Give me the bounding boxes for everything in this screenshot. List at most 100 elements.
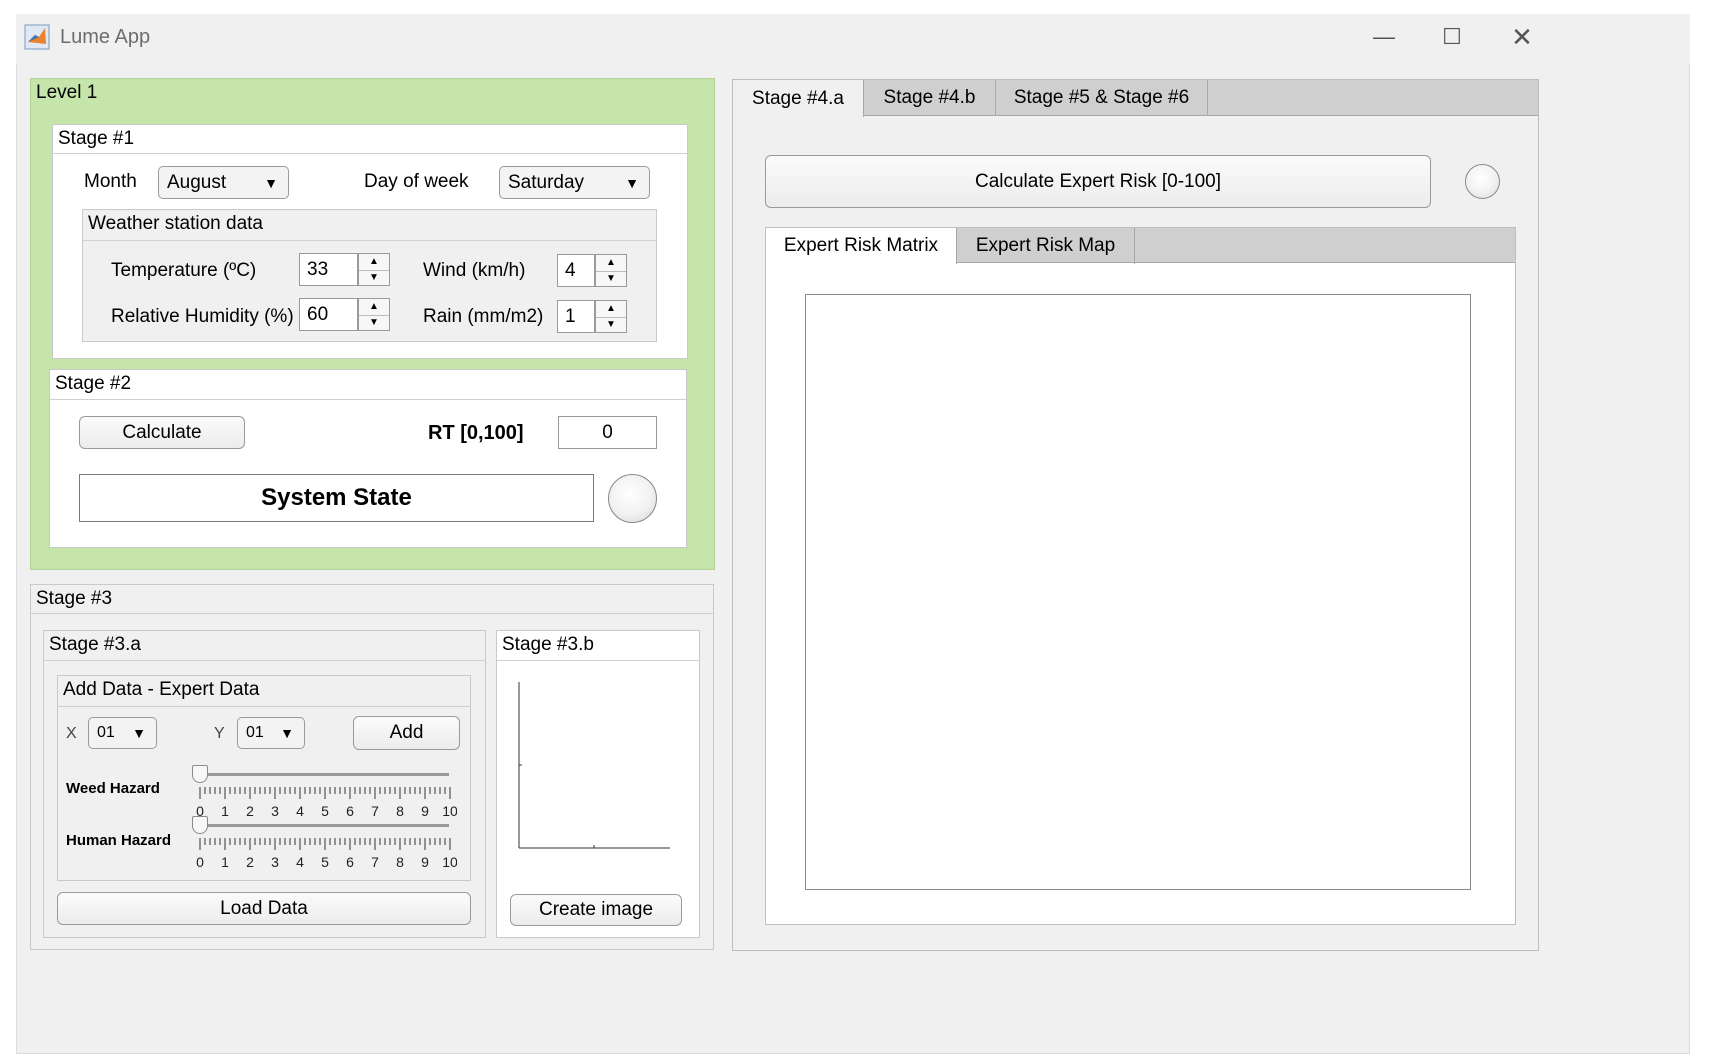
slider-tick-label: 7 bbox=[371, 803, 379, 819]
human-hazard-scale: 0 1 2 3 4 5 6 7 8 9 10 bbox=[196, 838, 457, 870]
temperature-value: 33 bbox=[307, 258, 329, 280]
expert-risk-tabbar: Expert Risk Matrix Expert Risk Map bbox=[766, 228, 1515, 264]
y-dropdown[interactable]: 01 ▼ bbox=[237, 717, 305, 749]
expert-risk-matrix-table[interactable] bbox=[805, 294, 1471, 890]
tab-stage-4a[interactable]: Stage #4.a bbox=[733, 80, 864, 117]
system-state-display: System State bbox=[79, 474, 594, 522]
temperature-label: Temperature (ºC) bbox=[111, 260, 257, 281]
wind-stepper[interactable]: ▲ ▼ bbox=[595, 254, 627, 287]
slider-tick-label: 9 bbox=[421, 854, 429, 870]
load-data-button[interactable]: Load Data bbox=[57, 892, 471, 925]
slider-tick-label: 5 bbox=[321, 854, 329, 870]
rain-label: Rain (mm/m2) bbox=[423, 306, 544, 327]
slider-tick-label: 0 bbox=[196, 854, 204, 870]
rain-stepper[interactable]: ▲ ▼ bbox=[595, 300, 627, 333]
weather-title: Weather station data bbox=[88, 213, 263, 234]
slider-tick-label: 1 bbox=[221, 803, 229, 819]
arrow-up-icon[interactable]: ▲ bbox=[359, 254, 389, 271]
stage3-title: Stage #3 bbox=[36, 588, 113, 609]
rain-field[interactable]: 1 bbox=[557, 300, 595, 333]
arrow-down-icon[interactable]: ▼ bbox=[359, 270, 389, 286]
slider-tick-label: 8 bbox=[396, 803, 404, 819]
add-button[interactable]: Add bbox=[353, 716, 460, 750]
stage4-tabbar: Stage #4.a Stage #4.b Stage #5 & Stage #… bbox=[733, 80, 1538, 117]
chevron-down-icon: ▼ bbox=[625, 174, 639, 191]
system-state-lamp bbox=[608, 474, 657, 523]
slider-tick-label: 8 bbox=[396, 854, 404, 870]
slider-tick-label: 5 bbox=[321, 803, 329, 819]
chevron-down-icon: ▼ bbox=[280, 725, 294, 741]
arrow-down-icon[interactable]: ▼ bbox=[596, 271, 626, 287]
window-title: Lume App bbox=[60, 26, 151, 48]
stage3b-title: Stage #3.b bbox=[502, 634, 594, 655]
humidity-field[interactable]: 60 bbox=[299, 298, 358, 331]
x-dropdown[interactable]: 01 ▼ bbox=[88, 717, 157, 749]
weed-hazard-label: Weed Hazard bbox=[66, 780, 160, 797]
rt-value-field: 0 bbox=[558, 416, 657, 449]
tab-stage-5-6[interactable]: Stage #5 & Stage #6 bbox=[996, 80, 1208, 116]
month-value: August bbox=[167, 171, 227, 193]
x-label: X bbox=[66, 725, 77, 742]
day-label: Day of week bbox=[364, 171, 469, 192]
slider-tick-label: 6 bbox=[346, 803, 354, 819]
create-image-button[interactable]: Create image bbox=[510, 894, 682, 926]
slider-tick-label: 9 bbox=[421, 803, 429, 819]
slider-tick-label: 6 bbox=[346, 854, 354, 870]
slider-tick-label: 3 bbox=[271, 854, 279, 870]
matlab-logo-icon bbox=[24, 24, 50, 50]
stage1-title: Stage #1 bbox=[58, 128, 135, 149]
stage2-title: Stage #2 bbox=[55, 373, 132, 394]
calculate-button[interactable]: Calculate bbox=[79, 416, 245, 449]
expert-risk-lamp bbox=[1465, 164, 1500, 199]
y-label: Y bbox=[214, 725, 225, 742]
slider-tick-label: 1 bbox=[221, 854, 229, 870]
humidity-label: Relative Humidity (%) bbox=[111, 306, 294, 327]
arrow-up-icon[interactable]: ▲ bbox=[359, 299, 389, 316]
slider-tick-label: 10 bbox=[442, 854, 457, 870]
human-hazard-track[interactable] bbox=[200, 824, 449, 827]
wind-value: 4 bbox=[565, 259, 576, 281]
slider-tick-label: 2 bbox=[246, 803, 254, 819]
weed-hazard-track[interactable] bbox=[200, 773, 449, 776]
day-value: Saturday bbox=[508, 171, 585, 193]
level1-title: Level 1 bbox=[36, 82, 98, 103]
arrow-up-icon[interactable]: ▲ bbox=[596, 301, 626, 318]
arrow-down-icon[interactable]: ▼ bbox=[596, 317, 626, 333]
rt-label: RT [0,100] bbox=[428, 422, 524, 444]
arrow-down-icon[interactable]: ▼ bbox=[359, 315, 389, 331]
chevron-down-icon: ▼ bbox=[264, 174, 278, 191]
x-value: 01 bbox=[97, 724, 115, 741]
human-hazard-label: Human Hazard bbox=[66, 832, 172, 849]
slider-tick-label: 4 bbox=[296, 854, 304, 870]
month-dropdown[interactable]: August ▼ bbox=[158, 166, 289, 199]
weed-hazard-slider-thumb[interactable] bbox=[192, 765, 208, 783]
tab-stage-4b[interactable]: Stage #4.b bbox=[864, 80, 996, 116]
day-dropdown[interactable]: Saturday ▼ bbox=[499, 166, 650, 199]
rain-value: 1 bbox=[565, 305, 576, 327]
wind-field[interactable]: 4 bbox=[557, 254, 595, 287]
temperature-field[interactable]: 33 bbox=[299, 253, 358, 286]
maximize-icon[interactable]: ☐ bbox=[1432, 20, 1472, 54]
y-value: 01 bbox=[246, 724, 264, 741]
slider-tick-label: 4 bbox=[296, 803, 304, 819]
temperature-stepper[interactable]: ▲ ▼ bbox=[358, 253, 390, 286]
slider-tick-label: 10 bbox=[442, 803, 457, 819]
slider-tick-label: 2 bbox=[246, 854, 254, 870]
arrow-up-icon[interactable]: ▲ bbox=[596, 255, 626, 272]
stage3a-title: Stage #3.a bbox=[49, 634, 141, 655]
wind-label: Wind (km/h) bbox=[423, 260, 526, 281]
weed-hazard-scale: 0 1 2 3 4 5 6 7 8 9 10 bbox=[196, 787, 457, 819]
humidity-value: 60 bbox=[307, 303, 329, 325]
tab-expert-risk-map[interactable]: Expert Risk Map bbox=[957, 228, 1135, 264]
minimize-icon[interactable]: — bbox=[1364, 20, 1404, 54]
add-data-title: Add Data - Expert Data bbox=[63, 679, 260, 700]
tab-expert-risk-matrix[interactable]: Expert Risk Matrix bbox=[766, 228, 957, 264]
calculate-expert-risk-button[interactable]: Calculate Expert Risk [0-100] bbox=[765, 155, 1431, 208]
humidity-stepper[interactable]: ▲ ▼ bbox=[358, 298, 390, 331]
close-icon[interactable]: ✕ bbox=[1502, 20, 1542, 54]
human-hazard-slider-thumb[interactable] bbox=[192, 816, 208, 834]
chevron-down-icon: ▼ bbox=[132, 725, 146, 741]
slider-tick-label: 7 bbox=[371, 854, 379, 870]
empty-axes bbox=[518, 682, 670, 849]
slider-tick-label: 3 bbox=[271, 803, 279, 819]
